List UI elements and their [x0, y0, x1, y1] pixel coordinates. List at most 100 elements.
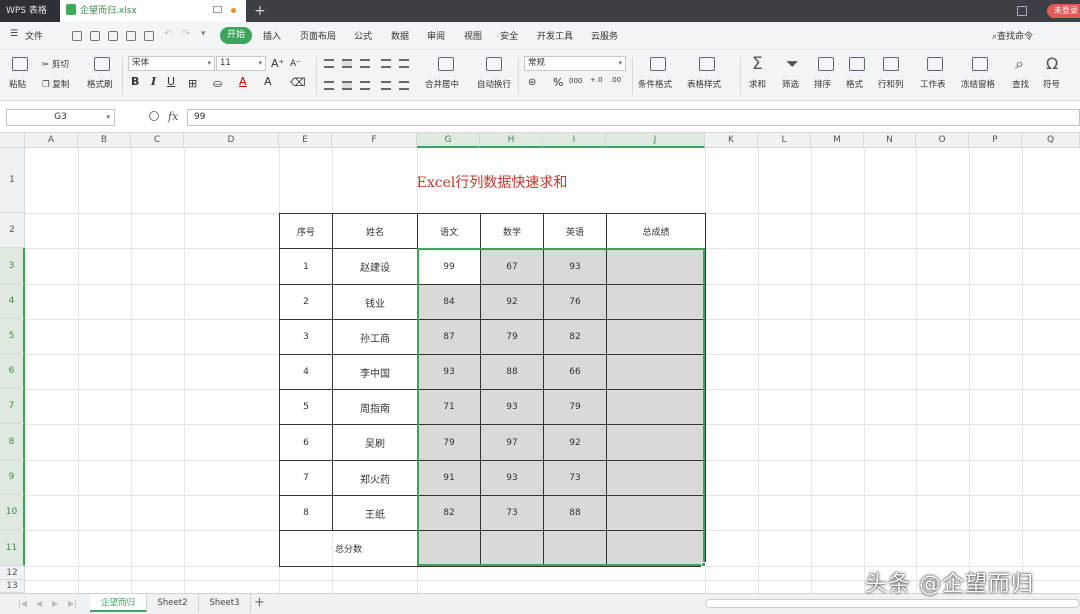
name-box[interactable]: G3 ▾: [6, 109, 115, 126]
omega-icon[interactable]: Ω: [1046, 54, 1058, 73]
row-header-5[interactable]: 5: [0, 319, 25, 354]
row-header-2[interactable]: 2: [0, 213, 25, 248]
header-cell[interactable]: 语文: [417, 213, 481, 249]
align-left-icon[interactable]: [324, 81, 334, 90]
id-cell[interactable]: 1: [279, 248, 333, 285]
eraser-icon[interactable]: ⌫: [290, 76, 306, 89]
bold-button[interactable]: B: [131, 75, 139, 88]
select-all-corner[interactable]: [0, 133, 25, 148]
font-name-select[interactable]: 宋体 ▾: [128, 56, 215, 71]
grand-total-cell[interactable]: [606, 530, 706, 567]
merge-center-icon[interactable]: [438, 57, 454, 71]
row-header-9[interactable]: 9: [0, 460, 25, 495]
id-cell[interactable]: 4: [279, 354, 333, 390]
column-header-f[interactable]: F: [332, 133, 417, 148]
sort-button[interactable]: 排序: [814, 78, 831, 90]
header-cell[interactable]: 英语: [543, 213, 607, 249]
header-cell[interactable]: 总成绩: [606, 213, 706, 249]
id-cell[interactable]: 8: [279, 495, 333, 531]
row-header-1[interactable]: 1: [0, 148, 25, 213]
add-sheet-button[interactable]: +: [254, 595, 265, 610]
table-style-button[interactable]: 表格样式: [687, 78, 721, 90]
name-cell[interactable]: 李中国: [332, 354, 418, 390]
english-cell[interactable]: 88: [543, 495, 607, 531]
fx-icon[interactable]: fx: [168, 110, 178, 123]
chinese-cell[interactable]: 84: [417, 284, 481, 320]
save-icon[interactable]: [90, 31, 100, 41]
english-cell[interactable]: 73: [543, 460, 607, 496]
filter-icon[interactable]: ⏷: [786, 54, 799, 74]
row-header-11[interactable]: 11: [0, 530, 25, 566]
math-cell[interactable]: 93: [480, 389, 544, 425]
sheet-grid[interactable]: A B C D E F G H I J K L M N O P Q 1 2 3 …: [0, 133, 1080, 593]
row-header-6[interactable]: 6: [0, 354, 25, 389]
chinese-cell[interactable]: 71: [417, 389, 481, 425]
wrap-text-icon[interactable]: [486, 57, 502, 71]
menu-data[interactable]: 数据: [391, 29, 409, 42]
align-right-icon[interactable]: [360, 81, 370, 90]
column-header-k[interactable]: K: [705, 133, 758, 148]
format-button[interactable]: 格式: [846, 78, 863, 90]
window-mode-icon[interactable]: [1017, 6, 1027, 16]
math-cell[interactable]: 93: [480, 460, 544, 496]
row-header-8[interactable]: 8: [0, 424, 25, 460]
math-total-cell[interactable]: [480, 530, 544, 567]
column-header-d[interactable]: D: [184, 133, 279, 148]
redo-icon[interactable]: ↷: [182, 29, 190, 39]
math-cell[interactable]: 97: [480, 424, 544, 461]
wrap-text-button[interactable]: 自动换行: [477, 78, 511, 90]
row-header-3[interactable]: 3: [0, 248, 25, 284]
conditional-format-icon[interactable]: [650, 57, 666, 71]
italic-button[interactable]: I: [151, 75, 156, 88]
align-top-icon[interactable]: [324, 59, 334, 68]
worksheet-icon[interactable]: [927, 57, 943, 71]
print-preview-icon[interactable]: [108, 31, 118, 41]
menu-review[interactable]: 审阅: [427, 29, 445, 42]
menu-page-layout[interactable]: 页面布局: [300, 29, 336, 42]
monitor-icon[interactable]: [213, 6, 222, 13]
paste-icon[interactable]: [12, 57, 28, 71]
column-header-h[interactable]: H: [480, 133, 543, 148]
menu-start[interactable]: 开始: [220, 27, 252, 44]
name-cell[interactable]: 吴刷: [332, 424, 418, 461]
font-color-icon[interactable]: A: [239, 75, 247, 88]
distribute-icon[interactable]: [399, 81, 409, 90]
sheet-tab-1[interactable]: 企望而归: [90, 594, 147, 612]
id-cell[interactable]: 7: [279, 460, 333, 496]
last-sheet-icon[interactable]: ▶|: [68, 599, 77, 608]
align-middle-icon[interactable]: [342, 59, 352, 68]
total-cell[interactable]: [606, 284, 706, 320]
total-cell[interactable]: [606, 389, 706, 425]
chinese-cell[interactable]: 82: [417, 495, 481, 531]
new-tab-button[interactable]: +: [254, 0, 266, 22]
format-painter-icon[interactable]: [94, 57, 110, 71]
english-cell[interactable]: 82: [543, 319, 607, 355]
math-cell[interactable]: 92: [480, 284, 544, 320]
column-header-j[interactable]: J: [606, 133, 705, 148]
find-icon[interactable]: ⌕: [1015, 54, 1024, 74]
column-header-i[interactable]: I: [543, 133, 606, 148]
horizontal-scrollbar[interactable]: [705, 599, 1080, 608]
find-button[interactable]: 查找: [1012, 78, 1029, 90]
file-tab[interactable]: 企望而归.xlsx: [60, 0, 246, 22]
export-icon[interactable]: [144, 31, 154, 41]
underline-button[interactable]: U: [167, 75, 175, 88]
chinese-cell[interactable]: 87: [417, 319, 481, 355]
english-cell[interactable]: 66: [543, 354, 607, 390]
id-cell[interactable]: 5: [279, 389, 333, 425]
symbol-button[interactable]: 符号: [1043, 78, 1060, 90]
header-cell[interactable]: 数学: [480, 213, 544, 249]
math-cell[interactable]: 73: [480, 495, 544, 531]
name-cell[interactable]: 王纸: [332, 495, 418, 531]
math-cell[interactable]: 79: [480, 319, 544, 355]
font-color-button[interactable]: A: [264, 75, 272, 88]
chinese-total-cell[interactable]: [417, 530, 481, 567]
name-cell[interactable]: 孙工商: [332, 319, 418, 355]
fill-handle[interactable]: [701, 562, 706, 567]
english-cell[interactable]: 79: [543, 389, 607, 425]
name-cell[interactable]: 郑火药: [332, 460, 418, 496]
first-sheet-icon[interactable]: |◀: [18, 599, 27, 608]
hamburger-icon[interactable]: ☰: [10, 29, 18, 39]
decrease-font-icon[interactable]: A⁻: [290, 59, 301, 69]
search-command[interactable]: ⌕查找命令: [992, 29, 1033, 42]
